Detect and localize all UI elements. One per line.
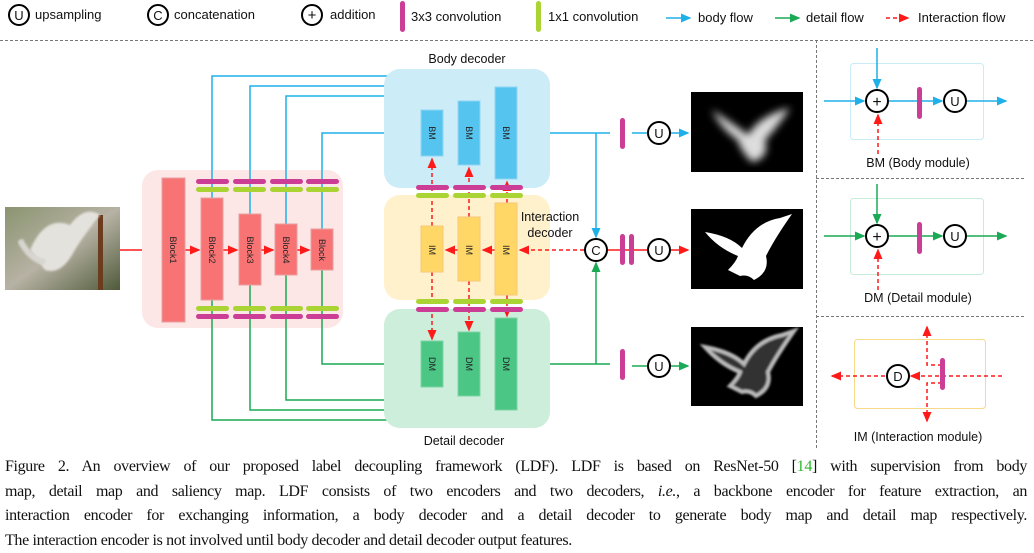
svg-text:U: U (654, 126, 663, 141)
conv1-icon (536, 1, 541, 32)
ldf-diagram: U upsampling C concatenation + addition … (0, 0, 1034, 450)
block5-label: Block (317, 239, 327, 262)
concat-label: C (591, 243, 600, 258)
input-image (5, 207, 120, 290)
saliency-head-conv-1 (620, 234, 625, 265)
svg-text:+: + (872, 229, 881, 246)
caption-line-1: Figure 2. An overview of our proposed la… (5, 455, 1027, 480)
legend-conv3: 3x3 convolution (411, 9, 501, 24)
detail-decoder-title: Detail decoder (424, 434, 505, 448)
upsampling-symbol: U (14, 8, 23, 23)
legend-upsampling: upsampling (35, 7, 102, 22)
svg-text:U: U (654, 359, 663, 374)
reference-link[interactable]: 14 (797, 458, 812, 475)
legend-addition: addition (330, 7, 376, 22)
interaction-decoder-title-2: decoder (527, 226, 572, 240)
saliency-map-output (691, 209, 803, 289)
block4-label: Block4 (281, 236, 291, 263)
legend-detail-flow: detail flow (806, 10, 864, 25)
svg-text:D: D (893, 369, 902, 384)
block3-label: Block3 (245, 236, 255, 263)
detail-head-conv (620, 349, 625, 380)
concat-symbol: C (153, 8, 162, 23)
legend-concatenation: concatenation (174, 7, 255, 22)
figure-caption: Figure 2. An overview of our proposed la… (5, 455, 1027, 553)
caption-line-3: interaction encoder for exchanging infor… (5, 504, 1027, 529)
body-head-conv (620, 118, 625, 149)
im3-label: IM (501, 245, 511, 255)
detail-map-output (691, 327, 803, 406)
bm3-label: BM (501, 126, 511, 140)
svg-text:+: + (872, 94, 881, 111)
legend-conv1: 1x1 convolution (548, 9, 638, 24)
dm-module-label: DM (Detail module) (864, 291, 972, 305)
legend-body-flow: body flow (698, 10, 754, 25)
block1-label: Block1 (168, 236, 178, 263)
interaction-decoder-title-1: Interaction (521, 210, 579, 224)
body-map-output (691, 92, 803, 172)
im2-label: IM (464, 245, 474, 255)
bm2-label: BM (464, 126, 474, 140)
im-module-label: IM (Interaction module) (854, 430, 983, 444)
bm-module-label: BM (Body module) (866, 156, 970, 170)
dm1-label: DM (427, 357, 437, 371)
conv3-icon (400, 1, 405, 32)
saliency-head-conv-2 (629, 234, 634, 265)
addition-symbol: + (308, 7, 317, 24)
dm3-label: DM (501, 357, 511, 371)
im-detail: D IM (Interaction module) (832, 327, 1002, 444)
caption-line-2: map, detail map and saliency map. LDF co… (5, 480, 1027, 505)
svg-text:U: U (950, 94, 959, 109)
caption-line-4: The interaction encoder is not involved … (5, 529, 1027, 553)
dm2-label: DM (464, 357, 474, 371)
legend-interaction-flow: Interaction flow (918, 10, 1006, 25)
bm-detail: + U BM (Body module) (824, 48, 1006, 170)
svg-text:U: U (654, 243, 663, 258)
svg-text:U: U (950, 229, 959, 244)
im1-label: IM (427, 245, 437, 255)
block2-label: Block2 (207, 236, 217, 263)
body-decoder-title: Body decoder (428, 52, 505, 66)
dm-detail: + U DM (Detail module) (824, 184, 1006, 305)
head-upsampling: U U U (648, 122, 670, 377)
legend: U upsampling C concatenation + addition … (9, 1, 1006, 32)
bm1-label: BM (427, 126, 437, 140)
